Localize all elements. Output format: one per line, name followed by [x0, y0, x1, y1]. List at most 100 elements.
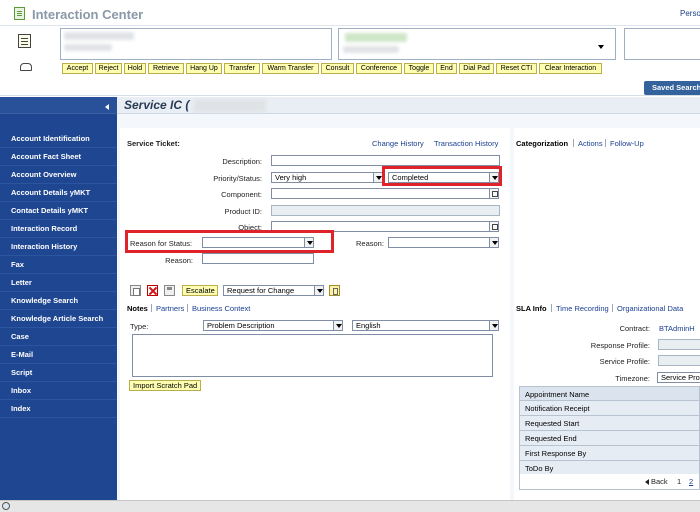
personalize-link[interactable]: Perso	[680, 9, 700, 18]
change-history-link[interactable]: Change History	[372, 139, 424, 148]
cti-warm-transfer-button[interactable]: Warm Transfer	[262, 63, 319, 74]
description-label: Description:	[222, 157, 262, 166]
new-document-icon[interactable]	[130, 285, 141, 296]
page-title: Service IC (	[124, 98, 190, 112]
scratch-pad-icon[interactable]	[18, 34, 31, 48]
chevron-down-icon[interactable]	[489, 237, 499, 248]
nav-item-account-details[interactable]: Account Details yMKT	[0, 184, 117, 202]
value-help-icon[interactable]	[489, 188, 499, 199]
transaction-history-link[interactable]: Transaction History	[434, 139, 498, 148]
table-row[interactable]: Requested Start	[519, 416, 700, 431]
nav-item-index[interactable]: Index	[0, 400, 117, 418]
nav-list: Account Identification Account Fact Shee…	[0, 130, 117, 418]
value-help-icon[interactable]	[489, 221, 499, 232]
priority-status-label: Priority/Status:	[213, 174, 262, 183]
cti-retrieve-button[interactable]: Retrieve	[148, 63, 184, 74]
nav-item-knowledge-article-search[interactable]: Knowledge Article Search	[0, 310, 117, 328]
import-scratch-pad-button[interactable]: Import Scratch Pad	[129, 380, 201, 391]
follow-up-icon[interactable]	[329, 285, 340, 296]
reason-right-label: Reason:	[356, 239, 384, 248]
collapse-sidebar-icon[interactable]	[105, 104, 109, 110]
contract-link[interactable]: BTAdminH	[659, 324, 695, 333]
cti-end-button[interactable]: End	[436, 63, 457, 74]
tab-notes[interactable]: Notes	[127, 304, 148, 313]
cti-accept-button[interactable]: Accept	[62, 63, 93, 74]
sidebar-header	[0, 97, 117, 114]
nav-item-email[interactable]: E-Mail	[0, 346, 117, 364]
cti-clear-interaction-button[interactable]: Clear Interaction	[539, 63, 602, 74]
tab-business-context[interactable]: Business Context	[192, 304, 250, 313]
cti-dial-pad-button[interactable]: Dial Pad	[459, 63, 494, 74]
escalate-button[interactable]: Escalate	[182, 285, 218, 296]
table-row[interactable]: Requested End	[519, 431, 700, 446]
service-profile-field	[658, 355, 700, 366]
nav-item-fax[interactable]: Fax	[0, 256, 117, 274]
nav-item-inbox[interactable]: Inbox	[0, 382, 117, 400]
notes-textarea[interactable]	[132, 334, 493, 377]
nav-item-account-overview[interactable]: Account Overview	[0, 166, 117, 184]
chevron-down-icon[interactable]	[333, 320, 343, 331]
chevron-down-icon[interactable]	[489, 320, 499, 331]
globe-icon	[2, 502, 10, 510]
tab-partners[interactable]: Partners	[156, 304, 184, 313]
description-field[interactable]	[271, 155, 500, 166]
language-select[interactable]: English	[352, 320, 490, 331]
tab-sla-info[interactable]: SLA Info	[516, 304, 547, 313]
nav-item-knowledge-search[interactable]: Knowledge Search	[0, 292, 117, 310]
nav-item-account-identification[interactable]: Account Identification	[0, 130, 117, 148]
priority-select[interactable]: Very high	[271, 172, 374, 183]
table-row[interactable]: First Response By	[519, 446, 700, 461]
cti-toggle-button[interactable]: Toggle	[404, 63, 434, 74]
tab-categorization[interactable]: Categorization	[516, 139, 568, 148]
tab-actions[interactable]: Actions	[578, 139, 603, 148]
pager-back-link[interactable]: Back	[651, 477, 668, 486]
nav-item-account-fact-sheet[interactable]: Account Fact Sheet	[0, 148, 117, 166]
reason-for-status-highlight-box	[125, 230, 334, 253]
status-highlight-box	[382, 166, 502, 186]
cti-conference-button[interactable]: Conference	[356, 63, 402, 74]
cti-reset-button[interactable]: Reset CTI	[496, 63, 537, 74]
nav-item-letter[interactable]: Letter	[0, 274, 117, 292]
tab-time-recording[interactable]: Time Recording	[556, 304, 609, 313]
back-arrow-icon[interactable]	[645, 479, 649, 485]
cti-hangup-button[interactable]: Hang Up	[186, 63, 222, 74]
reason-right-select[interactable]	[388, 237, 491, 248]
cti-hold-button[interactable]: Hold	[124, 63, 146, 74]
table-row[interactable]: Notification Receipt	[519, 401, 700, 416]
contract-label: Contract:	[619, 324, 650, 333]
divider	[605, 139, 606, 147]
chevron-down-icon[interactable]	[598, 45, 604, 49]
service-ticket-header: Service Ticket:	[127, 139, 180, 148]
cti-transfer-button[interactable]: Transfer	[224, 63, 260, 74]
saved-search-button[interactable]: Saved Search	[644, 81, 700, 95]
redacted-id	[194, 99, 266, 112]
agent-info-box	[624, 28, 700, 60]
interaction-center-icon	[14, 7, 25, 20]
pager-page-1[interactable]: 1	[677, 477, 681, 486]
delete-icon[interactable]	[147, 285, 158, 296]
nav-item-interaction-record[interactable]: Interaction Record	[0, 220, 117, 238]
timezone-field[interactable]: Service Pro	[657, 372, 700, 383]
chevron-down-icon[interactable]	[314, 285, 324, 296]
tab-follow-up[interactable]: Follow-Up	[610, 139, 644, 148]
divider	[612, 304, 613, 312]
reason-field[interactable]	[202, 253, 314, 264]
interaction-context-dropdown[interactable]	[338, 28, 616, 60]
cti-consult-button[interactable]: Consult	[321, 63, 354, 74]
nav-item-case[interactable]: Case	[0, 328, 117, 346]
cti-reject-button[interactable]: Reject	[95, 63, 122, 74]
save-icon[interactable]	[164, 285, 175, 296]
note-type-select[interactable]: Problem Description	[203, 320, 334, 331]
nav-item-script[interactable]: Script	[0, 364, 117, 382]
type-label: Type:	[130, 322, 149, 331]
change-type-select[interactable]: Request for Change	[223, 285, 315, 296]
table-header: Appointment Name	[519, 386, 700, 401]
tab-organizational-data[interactable]: Organizational Data	[617, 304, 683, 313]
pager-page-2[interactable]: 2	[689, 477, 693, 486]
nav-item-interaction-history[interactable]: Interaction History	[0, 238, 117, 256]
nav-item-contact-details[interactable]: Contact Details yMKT	[0, 202, 117, 220]
response-profile-label: Response Profile:	[590, 341, 650, 350]
status-bar	[0, 500, 700, 512]
service-profile-label: Service Profile:	[599, 357, 650, 366]
component-field[interactable]	[271, 188, 490, 199]
